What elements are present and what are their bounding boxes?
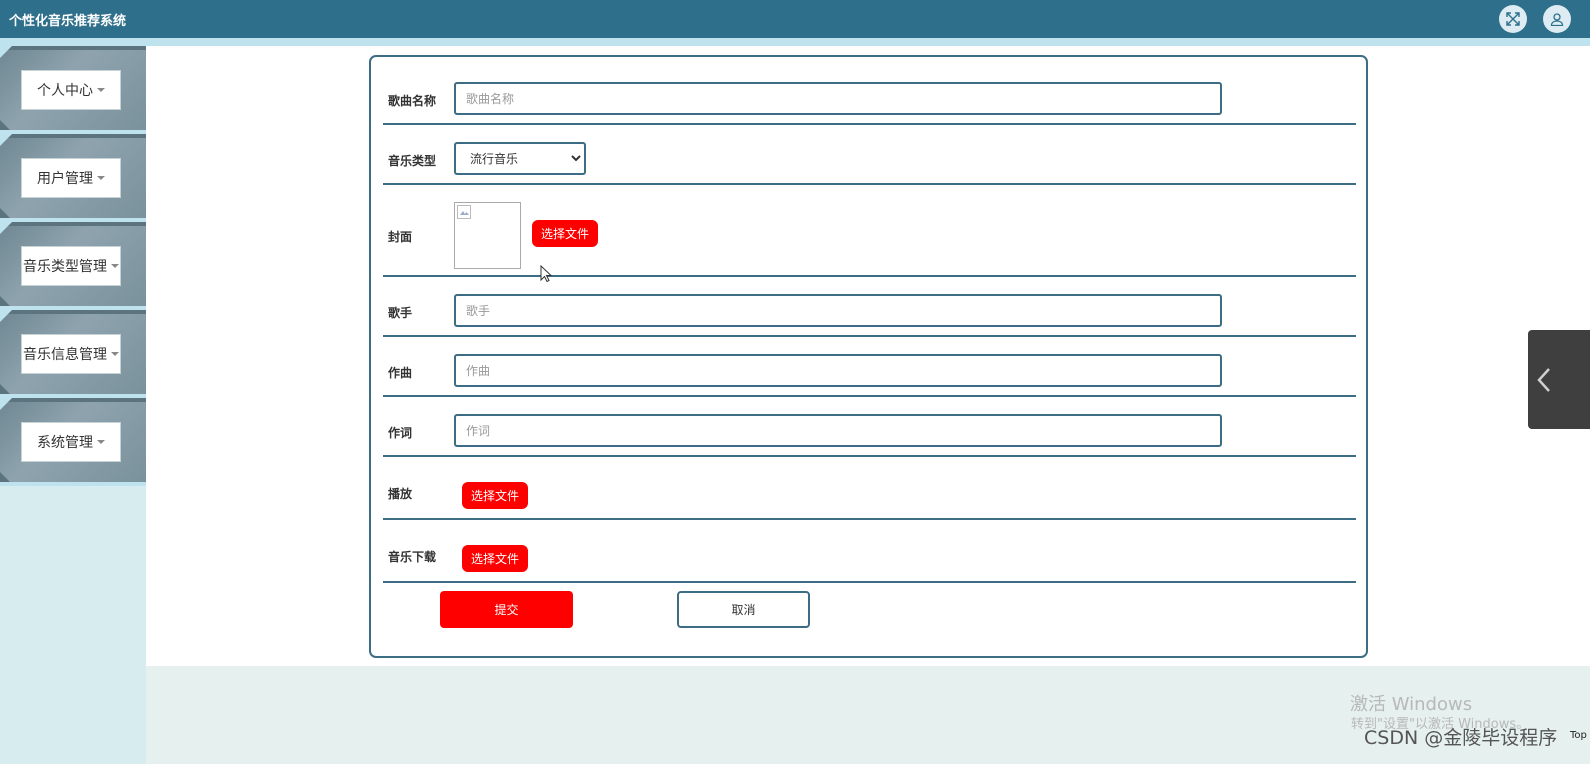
download-choose-file-button[interactable]: 选择文件: [462, 545, 528, 572]
sidebar-item-personal-center[interactable]: 个人中心: [0, 46, 146, 134]
singer-label: 歌手: [388, 306, 413, 320]
header-strip: [0, 38, 1590, 46]
user-icon: [1550, 13, 1564, 26]
sidebar: 个人中心 用户管理 音乐类型管理 音乐信息管理 系统管理: [0, 46, 146, 764]
row-composer: 作曲: [383, 337, 1356, 397]
row-play: 播放 选择文件: [383, 457, 1356, 520]
sidebar-item-music-info-management[interactable]: 音乐信息管理: [0, 310, 146, 398]
menu-label: 用户管理: [37, 171, 93, 187]
lyricist-input[interactable]: [454, 414, 1222, 447]
sidebar-item-system-management[interactable]: 系统管理: [0, 398, 146, 486]
menu-button[interactable]: 音乐类型管理: [21, 246, 121, 286]
music-type-select[interactable]: 流行音乐: [454, 142, 586, 175]
menu-button[interactable]: 系统管理: [21, 422, 121, 462]
caret-down-icon: [111, 352, 119, 356]
song-name-label: 歌曲名称: [388, 94, 437, 108]
broken-image-icon: [457, 205, 471, 219]
music-form: 歌曲名称 音乐类型 流行音乐 封面 选择文件 歌手 作曲 作词 播放 选: [369, 55, 1368, 658]
cover-choose-file-button[interactable]: 选择文件: [532, 220, 598, 247]
play-choose-file-button[interactable]: 选择文件: [462, 482, 528, 509]
menu-button[interactable]: 音乐信息管理: [21, 334, 121, 374]
composer-input[interactable]: [454, 354, 1222, 387]
lyricist-label: 作词: [388, 426, 413, 440]
singer-input[interactable]: [454, 294, 1222, 327]
sidebar-menu: 个人中心 用户管理 音乐类型管理 音乐信息管理 系统管理: [0, 46, 146, 486]
chevron-left-icon: [1537, 367, 1550, 392]
row-cover: 封面 选择文件: [383, 185, 1356, 277]
music-type-label: 音乐类型: [388, 154, 437, 168]
composer-label: 作曲: [388, 366, 413, 380]
app-title: 个性化音乐推荐系统: [9, 14, 127, 29]
cover-label: 封面: [388, 230, 413, 244]
fullscreen-button[interactable]: [1499, 5, 1527, 33]
menu-button[interactable]: 用户管理: [21, 158, 121, 198]
menu-label: 音乐类型管理: [23, 259, 107, 275]
song-name-input[interactable]: [454, 82, 1222, 115]
sidebar-item-user-management[interactable]: 用户管理: [0, 134, 146, 222]
menu-button[interactable]: 个人中心: [21, 70, 121, 110]
menu-label: 个人中心: [37, 83, 93, 99]
download-label: 音乐下载: [388, 550, 437, 564]
caret-down-icon: [97, 88, 105, 92]
side-collapse-tab[interactable]: [1528, 330, 1590, 429]
back-to-top-link[interactable]: Top: [1570, 730, 1587, 741]
cancel-button[interactable]: 取消: [677, 591, 810, 628]
user-button[interactable]: [1543, 5, 1571, 33]
fullscreen-icon: [1506, 12, 1520, 26]
menu-label: 系统管理: [37, 435, 93, 451]
row-singer: 歌手: [383, 277, 1356, 337]
play-label: 播放: [388, 487, 413, 501]
menu-label: 音乐信息管理: [23, 347, 107, 363]
caret-down-icon: [111, 264, 119, 268]
submit-button[interactable]: 提交: [440, 591, 573, 628]
row-music-type: 音乐类型 流行音乐: [383, 125, 1356, 185]
top-header: 个性化音乐推荐系统: [0, 0, 1590, 38]
row-song-name: 歌曲名称: [383, 57, 1356, 125]
row-lyricist: 作词: [383, 397, 1356, 457]
sidebar-item-music-type-management[interactable]: 音乐类型管理: [0, 222, 146, 310]
csdn-watermark: CSDN @金陵毕设程序: [1364, 727, 1558, 749]
cover-image-placeholder: [454, 202, 521, 269]
caret-down-icon: [97, 176, 105, 180]
mouse-cursor-icon: [540, 265, 552, 283]
caret-down-icon: [97, 440, 105, 444]
row-download: 音乐下载 选择文件: [383, 520, 1356, 583]
